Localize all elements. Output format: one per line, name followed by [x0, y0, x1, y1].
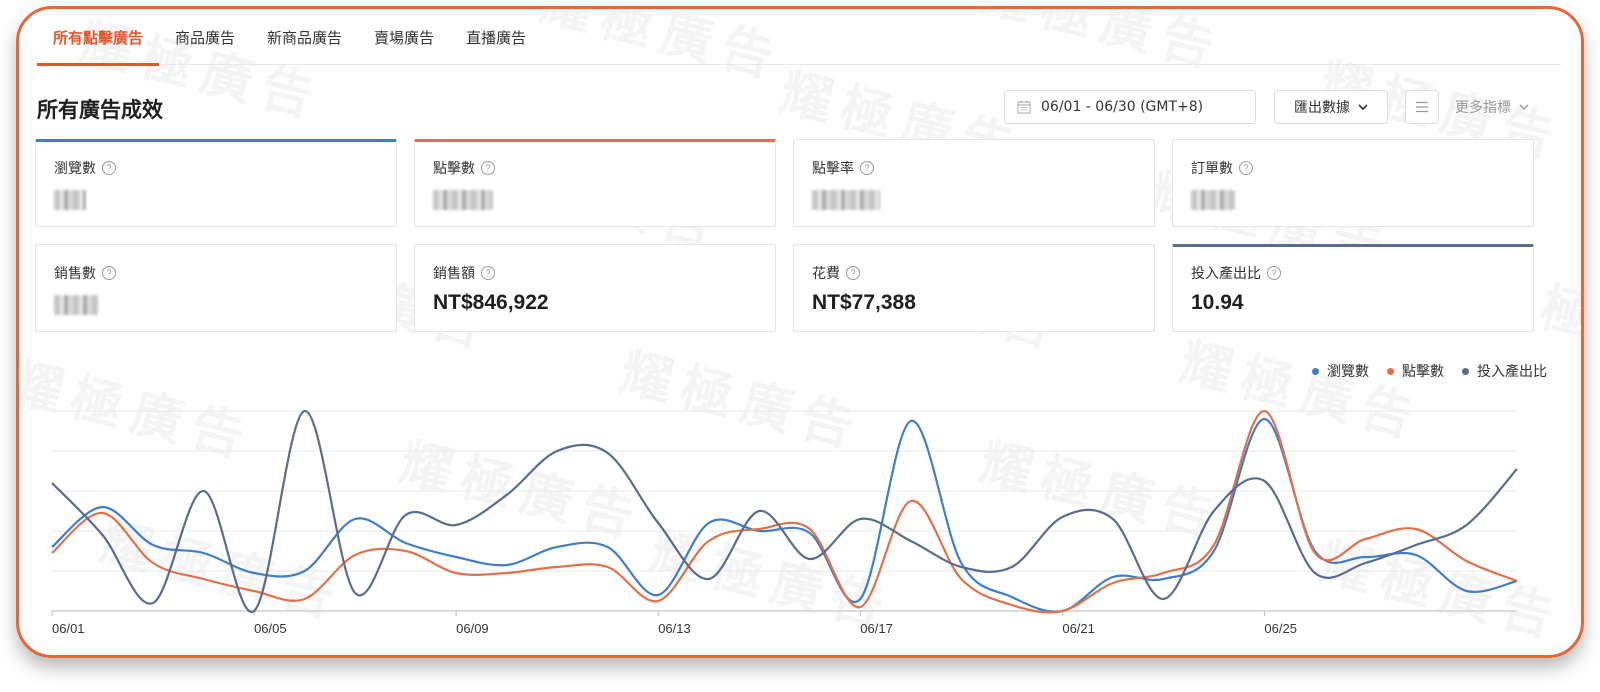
series-line-views	[51, 417, 1518, 613]
series-line-roas	[51, 409, 1518, 613]
x-tick-label: 06/05	[254, 621, 287, 636]
x-tick-label: 06/09	[456, 621, 489, 636]
x-tick-label: 06/01	[52, 621, 85, 636]
x-tick-label: 06/21	[1062, 621, 1095, 636]
x-tick-label: 06/25	[1264, 621, 1297, 636]
x-tick-label: 06/13	[658, 621, 691, 636]
x-tick-label: 06/17	[860, 621, 893, 636]
app-frame: 耀極廣告 耀極廣告 耀極廣告 耀極廣告 耀極廣告 耀極廣告 耀極廣告 耀極廣告 …	[16, 6, 1584, 658]
series-line-clicks	[51, 409, 1518, 614]
performance-line-chart: 06/01 06/05 06/09 06/13 06/17 06/21 06/25	[51, 409, 1518, 636]
